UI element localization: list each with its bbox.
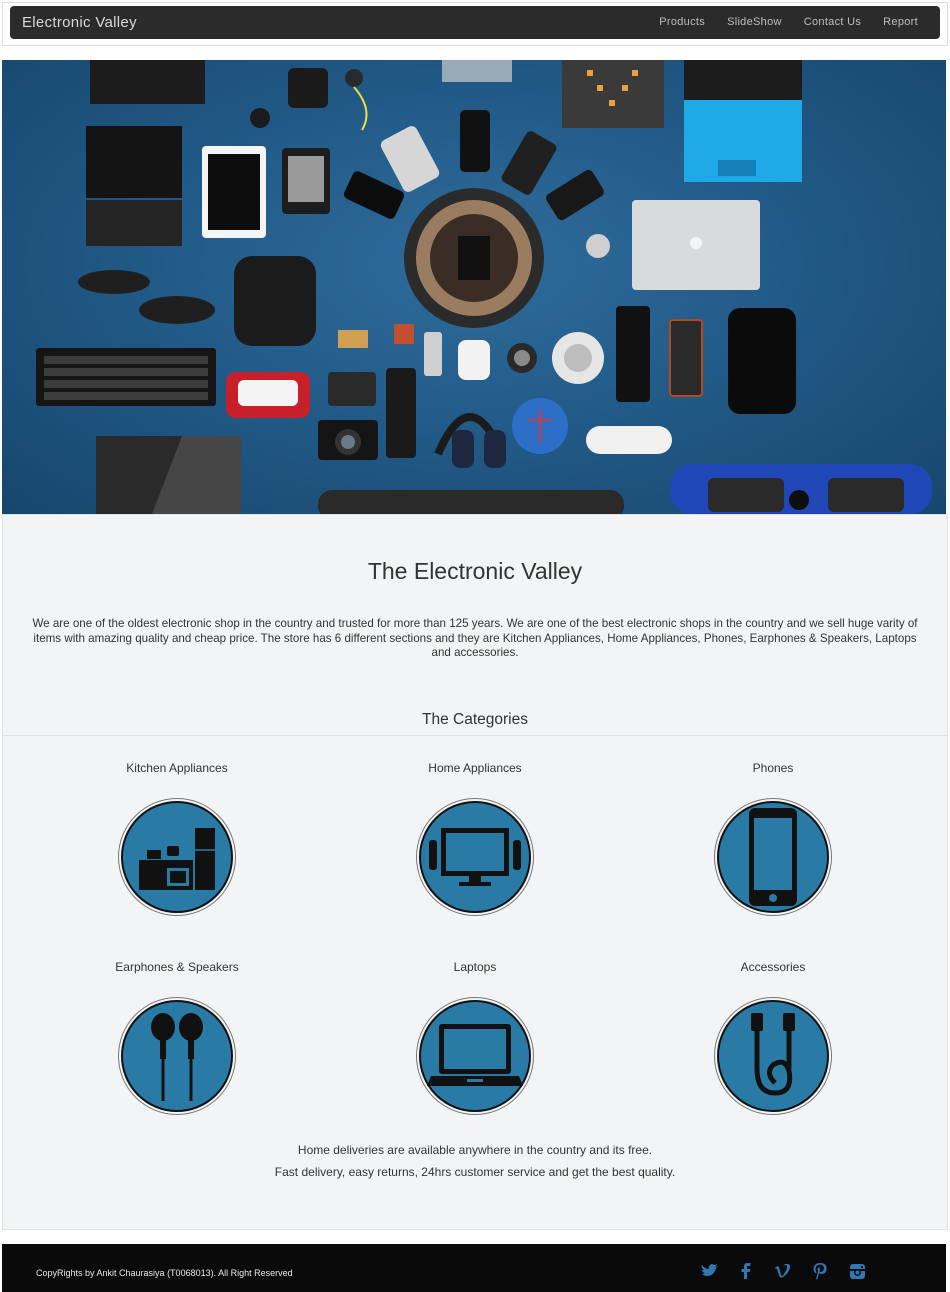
category-label: Laptops [453,960,497,974]
category-kitchen-appliances[interactable]: Kitchen Appliances [57,761,297,913]
footer: CopyRights by Ankit Chaurasiya (T0068013… [2,1244,946,1292]
category-label: Kitchen Appliances [126,761,228,775]
electronics-flatlay-photo [36,60,932,514]
nav-link-slideshow[interactable]: SlideShow [727,16,782,28]
intro-paragraph: We are one of the oldest electronic shop… [32,617,918,659]
main-content: The Electronic Valley We are one of the … [2,514,948,1230]
laptop-icon[interactable] [419,1000,531,1112]
instagram-icon[interactable] [848,1262,866,1280]
facebook-icon[interactable] [737,1262,755,1280]
navbar-container: Electronic Valley Products SlideShow Con… [2,2,948,46]
category-home-appliances[interactable]: Home Appliances [355,761,595,913]
pinterest-icon[interactable] [811,1262,829,1280]
category-phones[interactable]: Phones [653,761,893,913]
brand-logo[interactable]: Electronic Valley [22,14,137,31]
navbar: Electronic Valley Products SlideShow Con… [10,6,940,39]
category-label: Home Appliances [428,761,522,775]
copyright-text: CopyRights by Ankit Chaurasiya (T0068013… [36,1268,293,1278]
page-title: The Electronic Valley [367,558,583,584]
tv-icon[interactable] [419,801,531,913]
category-accessories[interactable]: Accessories [653,960,893,1112]
social-links [700,1262,866,1280]
service-note: Fast delivery, easy returns, 24hrs custo… [274,1165,676,1179]
vimeo-icon[interactable] [774,1262,792,1280]
delivery-note: Home deliveries are available anywhere i… [297,1143,653,1157]
category-laptops[interactable]: Laptops [355,960,595,1112]
nav-link-contact-us[interactable]: Contact Us [804,16,861,28]
nav-link-report[interactable]: Report [883,16,918,28]
category-label: Earphones & Speakers [115,960,239,974]
twitter-icon[interactable] [700,1262,718,1280]
nav-link-products[interactable]: Products [659,16,705,28]
cable-icon[interactable] [717,1000,829,1112]
categories-heading: The Categories [422,711,528,728]
hero-image [2,60,946,514]
category-earphones-speakers[interactable]: Earphones & Speakers [57,960,297,1112]
category-label: Accessories [740,960,806,974]
nav-links: Products SlideShow Contact Us Report [659,16,918,28]
kitchen-icon[interactable] [121,801,233,913]
phone-icon[interactable] [717,801,829,913]
divider [3,735,947,736]
category-label: Phones [752,761,794,775]
earphones-icon[interactable] [121,1000,233,1112]
